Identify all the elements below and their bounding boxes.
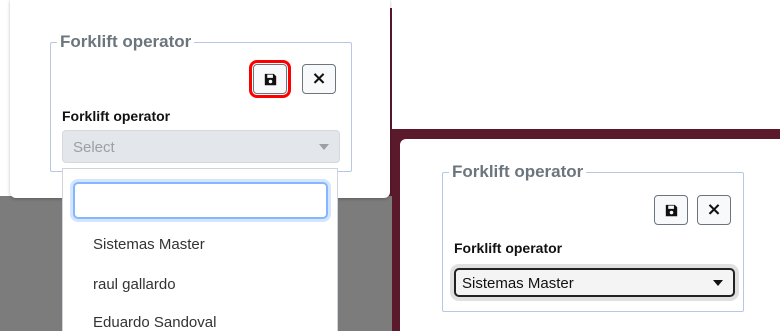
right-fieldset-legend: Forklift operator (452, 162, 584, 181)
operator-dropdown-menu: Sistemas Master raul gallardo Eduardo Sa… (62, 168, 338, 331)
close-icon: × (311, 68, 327, 89)
left-fieldset-legend: Forklift operator (60, 32, 192, 51)
right-field-label: Forklift operator (454, 240, 563, 256)
left-cancel-button[interactable]: × (302, 64, 336, 94)
left-operator-select[interactable]: Select (62, 130, 340, 163)
left-field-label: Forklift operator (62, 108, 171, 124)
chevron-down-icon (319, 144, 329, 150)
right-scene-top (392, 0, 780, 129)
dropdown-option-1[interactable]: Sistemas Master (93, 236, 205, 253)
chevron-down-icon (713, 280, 723, 286)
right-save-button[interactable] (654, 195, 688, 225)
floppy-disk-icon (264, 73, 276, 85)
selected-operator-value: Sistemas Master (462, 275, 574, 292)
dropdown-option-2[interactable]: raul gallardo (93, 276, 176, 293)
dropdown-search-input[interactable] (73, 182, 328, 219)
select-placeholder: Select (73, 139, 115, 156)
dropdown-option-3[interactable]: Eduardo Sandoval (93, 314, 216, 331)
floppy-disk-icon (665, 204, 677, 216)
right-operator-select[interactable]: Sistemas Master (454, 268, 735, 297)
right-cancel-button[interactable]: × (697, 195, 731, 225)
close-icon: × (706, 199, 722, 220)
left-save-button[interactable] (249, 60, 291, 98)
